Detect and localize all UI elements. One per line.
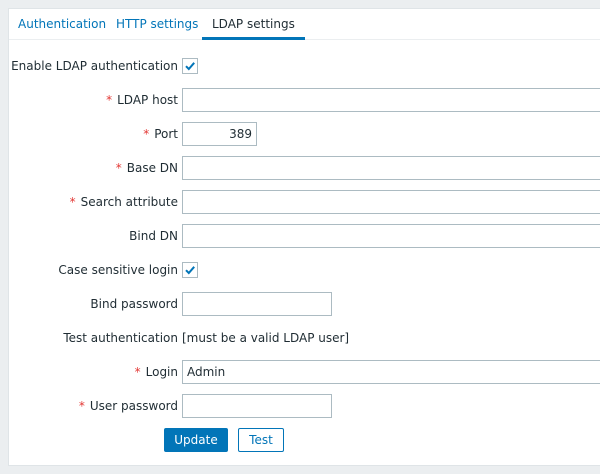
base-dn-label: * Base DN: [115, 161, 178, 175]
tab-http-settings[interactable]: HTTP settings: [116, 9, 198, 40]
row-user-password: * User password: [9, 394, 600, 418]
checkmark-icon: [185, 266, 195, 275]
bind-password-field: [182, 292, 332, 316]
update-button[interactable]: Update: [164, 428, 228, 452]
row-search-attribute: * Search attribute: [9, 190, 600, 214]
bind-password-label: Bind password: [90, 297, 178, 311]
row-base-dn: * Base DN: [9, 156, 600, 180]
bind-password-input[interactable]: [182, 292, 332, 316]
case-sensitive-checkbox[interactable]: [182, 262, 198, 278]
test-authentication-label: Test authentication: [63, 331, 178, 345]
test-authentication-hint: [must be a valid LDAP user]: [182, 331, 350, 345]
search-attribute-label: * Search attribute: [69, 195, 178, 209]
enable-ldap-field: [182, 54, 198, 74]
case-sensitive-label: Case sensitive login: [58, 263, 178, 277]
login-field: Admin: [182, 360, 600, 384]
port-input[interactable]: 389: [182, 122, 257, 146]
required-marker: *: [69, 195, 76, 209]
row-port: * Port 389: [9, 122, 600, 146]
required-marker: *: [134, 365, 141, 379]
bind-dn-input[interactable]: [182, 224, 600, 248]
ldap-host-input[interactable]: [182, 88, 600, 112]
port-field: 389: [182, 122, 257, 146]
port-label: * Port: [143, 127, 178, 141]
row-test-authentication: Test authentication [must be a valid LDA…: [9, 326, 600, 350]
row-ldap-host: * LDAP host: [9, 88, 600, 112]
user-password-input[interactable]: [182, 394, 332, 418]
row-case-sensitive: Case sensitive login: [9, 258, 600, 282]
tab-ldap-settings[interactable]: LDAP settings: [202, 9, 305, 40]
tab-bar: Authentication HTTP settings LDAP settin…: [9, 9, 600, 40]
base-dn-input[interactable]: [182, 156, 600, 180]
required-marker: *: [106, 93, 113, 107]
base-dn-field: [182, 156, 600, 180]
row-bind-password: Bind password: [9, 292, 600, 316]
ldap-host-label: * LDAP host: [106, 93, 178, 107]
test-button[interactable]: Test: [238, 428, 284, 452]
search-attribute-field: [182, 190, 600, 214]
search-attribute-input[interactable]: [182, 190, 600, 214]
row-login: * Login Admin: [9, 360, 600, 384]
bind-dn-field: [182, 224, 600, 248]
required-marker: *: [143, 127, 150, 141]
enable-ldap-label: Enable LDAP authentication: [11, 59, 178, 73]
test-authentication-field: [must be a valid LDAP user]: [182, 326, 349, 350]
login-input[interactable]: Admin: [182, 360, 600, 384]
required-marker: *: [78, 399, 85, 413]
ldap-host-field: [182, 88, 600, 112]
user-password-field: [182, 394, 332, 418]
row-bind-dn: Bind DN: [9, 224, 600, 248]
bind-dn-label: Bind DN: [129, 229, 178, 243]
checkmark-icon: [185, 62, 195, 71]
login-label: * Login: [134, 365, 178, 379]
tab-authentication[interactable]: Authentication: [18, 9, 106, 40]
row-enable-ldap: Enable LDAP authentication: [9, 54, 600, 78]
case-sensitive-field: [182, 258, 198, 278]
user-password-label: * User password: [78, 399, 178, 413]
required-marker: *: [115, 161, 122, 175]
enable-ldap-checkbox[interactable]: [182, 58, 198, 74]
ldap-settings-panel: Authentication HTTP settings LDAP settin…: [8, 8, 600, 466]
